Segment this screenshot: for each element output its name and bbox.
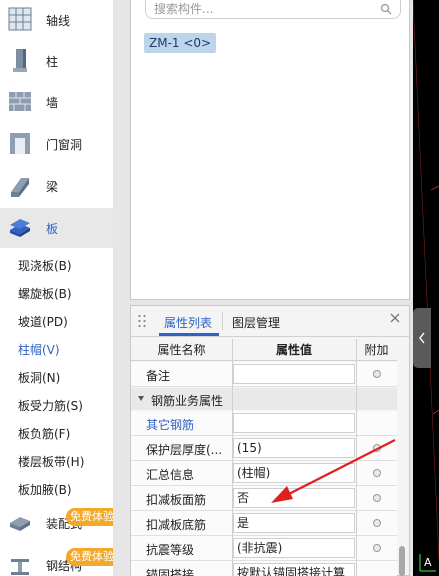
property-name[interactable]: 其它钢筋	[146, 416, 194, 433]
category-item-slab[interactable]: 板	[0, 208, 113, 248]
free-trial-badge[interactable]: 免费体验	[66, 508, 113, 526]
app-window: 轴线 柱 墙 门窗洞 梁 板 现浇板(B) 螺旋板(B) 坡道(PD) 柱帽(V…	[0, 0, 439, 576]
component-properties-column: ZM-1 <0> 属性列表 图层管理 属性名称	[113, 0, 413, 576]
category-label: 轴线	[46, 14, 71, 28]
property-value-input[interactable]	[233, 413, 355, 433]
property-row-remark: 备注	[131, 362, 397, 387]
column-header-value: 属性值	[275, 343, 312, 357]
collapse-arrow-icon[interactable]	[138, 396, 144, 401]
brick-wall-icon	[9, 92, 31, 111]
property-scrollbar[interactable]	[399, 546, 405, 576]
beam-icon	[11, 178, 29, 197]
property-value-input[interactable]	[233, 364, 355, 384]
property-name: 锚固搭接	[146, 568, 195, 576]
category-item-column[interactable]: 柱	[0, 41, 113, 81]
close-icon[interactable]	[389, 312, 401, 324]
property-group-rebar[interactable]: 钢筋业务属性	[131, 388, 397, 410]
property-name: 保护层厚度(...	[146, 443, 223, 457]
active-tab-underline	[159, 333, 219, 336]
property-value-input[interactable]: 是	[233, 513, 355, 533]
category-item-beam[interactable]: 梁	[0, 166, 113, 206]
attach-checkbox[interactable]	[373, 544, 381, 552]
slab-item-haunch[interactable]: 板加腋(B)	[18, 481, 72, 498]
search-icon[interactable]	[380, 3, 392, 15]
property-row-anchorage-lap: 锚固搭接 按默认锚固搭接计算	[131, 561, 397, 576]
category-item-wall[interactable]: 墙	[0, 82, 113, 122]
tab-property-list[interactable]: 属性列表	[164, 314, 212, 331]
tab-divider	[222, 312, 223, 330]
canvas-corner-label: A	[424, 556, 432, 569]
column-header-name: 属性名称	[157, 343, 206, 357]
collapse-side-panel-button[interactable]	[413, 308, 431, 368]
slab-item-negative-rebar[interactable]: 板负筋(F)	[18, 425, 70, 442]
property-panel-tabs: 属性列表 图层管理	[131, 306, 409, 337]
category-label: 门窗洞	[46, 138, 83, 152]
column-header-extra: 附加	[364, 343, 389, 357]
category-item-door-window[interactable]: 门窗洞	[0, 124, 113, 164]
component-item-selected[interactable]: ZM-1 <0>	[144, 33, 217, 53]
property-name: 抗震等级	[146, 543, 195, 557]
search-input[interactable]	[154, 0, 374, 17]
slab-item-main-rebar[interactable]: 板受力筋(S)	[18, 397, 83, 414]
column-icon	[13, 49, 27, 72]
property-row-deduct-bottom-rebar: 扣减板底筋 是	[131, 511, 397, 536]
property-name: 汇总信息	[146, 468, 195, 482]
category-item-axis[interactable]: 轴线	[0, 0, 113, 40]
slab-item-floor-strip[interactable]: 楼层板带(H)	[18, 453, 84, 470]
property-value-input[interactable]: 按默认锚固搭接计算	[233, 563, 355, 576]
slab-item-ramp[interactable]: 坡道(PD)	[18, 313, 68, 330]
steel-icon	[11, 559, 29, 575]
slab-icon	[10, 219, 30, 237]
annotation-arrow-icon	[271, 439, 396, 503]
component-category-panel: 轴线 柱 墙 门窗洞 梁 板 现浇板(B) 螺旋板(B) 坡道(PD) 柱帽(V…	[0, 0, 113, 576]
drag-grip-icon[interactable]	[137, 314, 147, 328]
column-divider	[232, 339, 233, 576]
category-label: 柱	[46, 55, 59, 69]
property-value-input[interactable]: (非抗震)	[233, 538, 355, 558]
tab-layer-management[interactable]: 图层管理	[232, 314, 280, 331]
group-label: 钢筋业务属性	[151, 394, 224, 408]
property-name: 扣减板底筋	[146, 518, 207, 532]
search-box[interactable]	[145, 0, 401, 19]
chevron-left-icon	[419, 332, 425, 344]
slab-item-opening[interactable]: 板洞(N)	[18, 369, 60, 386]
slab-item-column-cap[interactable]: 柱帽(V)	[18, 341, 60, 358]
component-list-panel: ZM-1 <0>	[130, 0, 410, 300]
door-window-icon	[10, 133, 30, 154]
slab-item-spiral[interactable]: 螺旋板(B)	[18, 285, 72, 302]
grid-axis-icon	[8, 7, 32, 31]
slab-item-cast-in-place[interactable]: 现浇板(B)	[18, 257, 72, 274]
attach-checkbox[interactable]	[373, 519, 381, 527]
coordinate-axis-icon: A	[419, 554, 436, 572]
property-table-header: 属性名称 属性值 附加	[131, 339, 397, 361]
canvas-drawing-lines	[413, 0, 439, 561]
property-name: 备注	[146, 369, 171, 383]
category-label: 板	[46, 222, 59, 236]
category-label: 梁	[46, 180, 59, 194]
property-row-other-rebar: 其它钢筋	[131, 411, 397, 436]
property-name: 扣减板面筋	[146, 493, 207, 507]
property-row-seismic-grade: 抗震等级 (非抗震)	[131, 536, 397, 561]
attach-checkbox[interactable]	[373, 370, 381, 378]
prefab-icon	[10, 517, 30, 531]
category-label: 墙	[46, 96, 59, 110]
drawing-canvas[interactable]	[413, 0, 439, 576]
free-trial-badge[interactable]: 免费体验	[66, 548, 113, 566]
